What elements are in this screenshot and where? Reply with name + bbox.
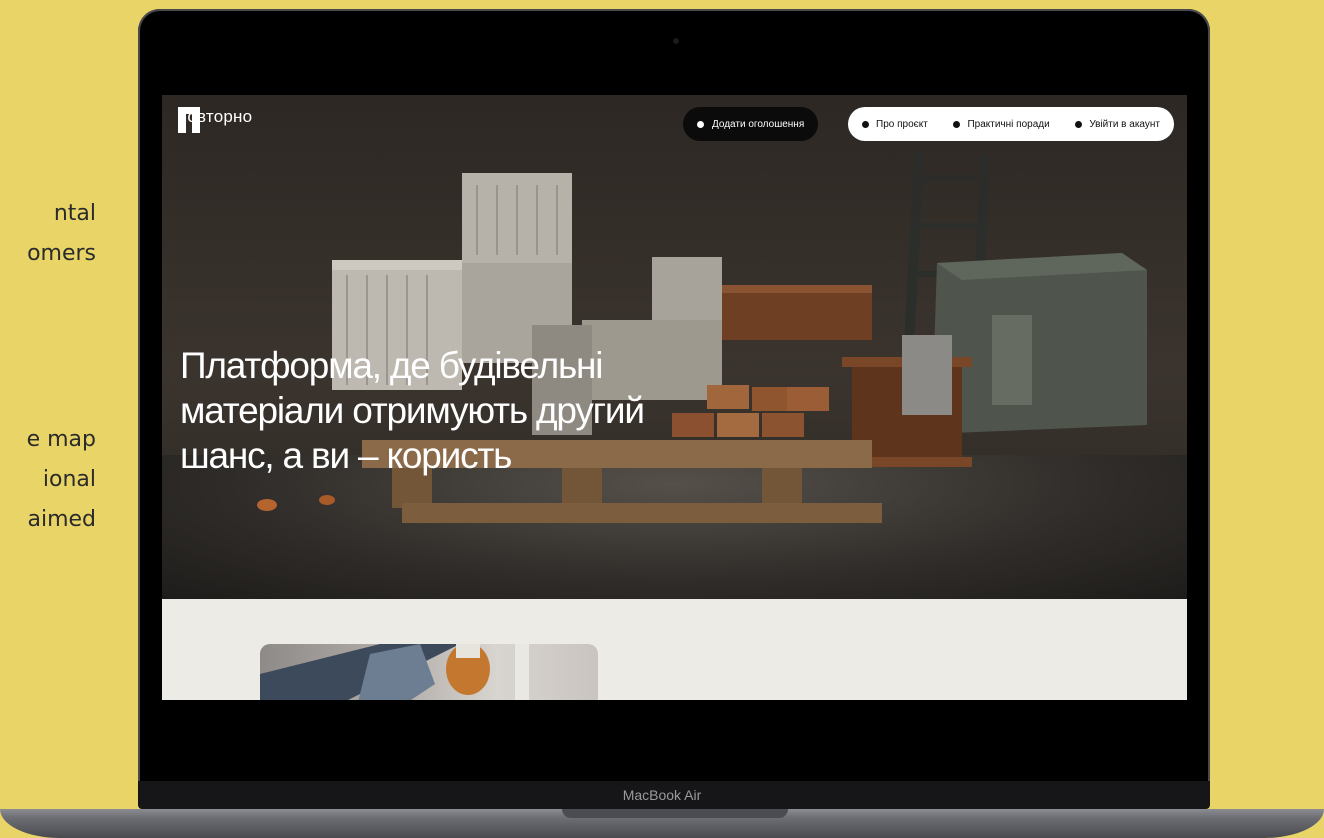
side-copy-block-b: e map ional aimed: [0, 420, 96, 540]
side-copy-block-a: ntal omers: [0, 194, 96, 274]
side-copy-line: ional: [42, 467, 96, 492]
hero-headline-line: матеріали отримують другий: [180, 390, 645, 431]
nav-item-about[interactable]: Про проєкт: [862, 119, 928, 130]
side-copy-line: aimed: [27, 507, 96, 532]
side-copy-line: e map: [26, 427, 96, 452]
side-copy-line: ntal: [53, 201, 96, 226]
nav-item-login[interactable]: Увійти в акаунт: [1075, 119, 1160, 130]
hero-headline-line: Платформа, де будівельні: [180, 345, 603, 386]
laptop-screen: повторно Додати оголошення Про проєкт Пр…: [162, 95, 1187, 700]
section-card-image: [260, 644, 598, 700]
camera-icon: [673, 38, 679, 44]
nav-item-tips[interactable]: Практичні поради: [953, 118, 1050, 130]
laptop-notch: [562, 809, 788, 818]
hero-headline-line: шанс, а ви – користь: [180, 435, 512, 476]
bullet-dot-icon: [1075, 120, 1083, 128]
worker-photo: [260, 644, 529, 700]
bullet-dot-icon: [953, 120, 961, 128]
add-listing-button[interactable]: Додати оголошення: [683, 107, 819, 141]
site-logo[interactable]: повторно: [178, 107, 252, 133]
side-copy-line: omers: [27, 241, 96, 266]
bullet-dot-icon: [862, 120, 869, 128]
hero-headline: Платформа, де будівельні матеріали отрим…: [180, 343, 820, 478]
nav-item-label: Увійти в акаунт: [1089, 118, 1160, 130]
bullet-dot-icon: [697, 120, 704, 128]
logo-mark-icon: [178, 107, 200, 133]
device-label: MacBook Air: [622, 787, 702, 803]
hero-section: повторно Додати оголошення Про проєкт Пр…: [162, 95, 1187, 599]
add-listing-label: Додати оголошення: [712, 118, 805, 130]
main-nav: Про проєкт Практичні поради Увійти в ака…: [848, 107, 1174, 141]
nav-item-label: Практичні поради: [967, 118, 1050, 130]
nav-item-label: Про проєкт: [876, 118, 928, 130]
